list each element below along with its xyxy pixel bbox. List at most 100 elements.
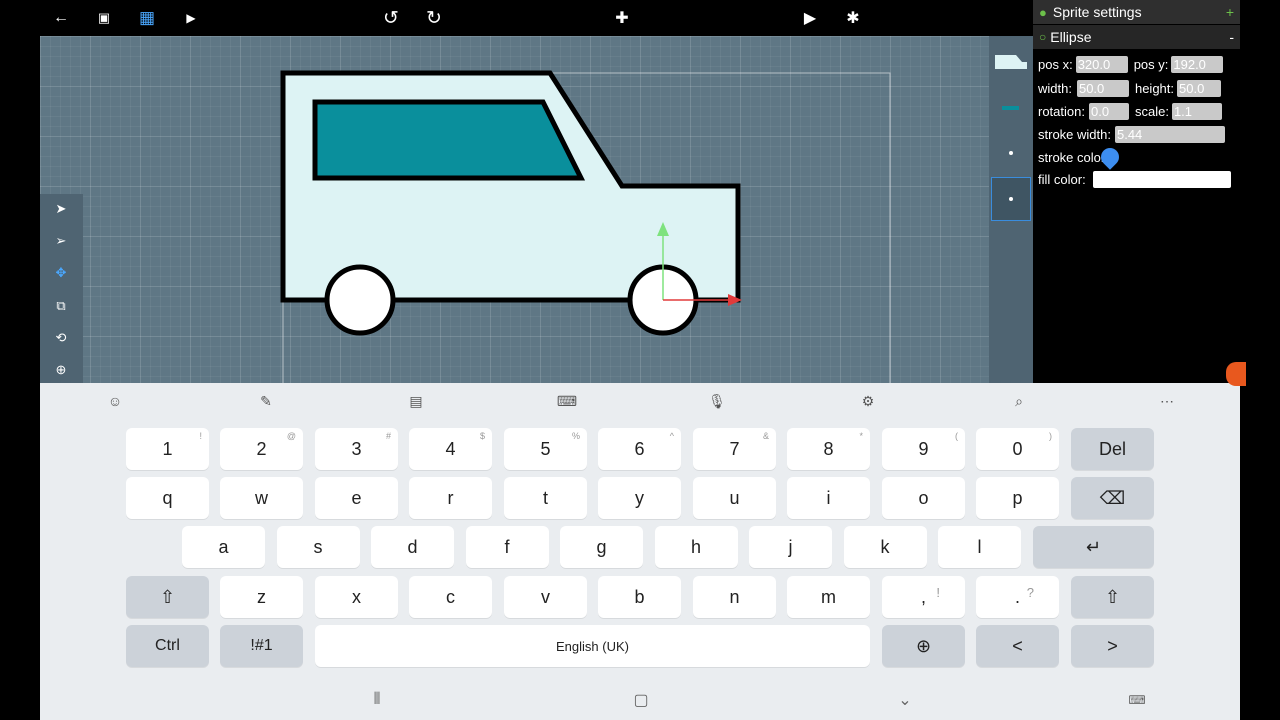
video-icon[interactable]: ▶ (178, 6, 204, 30)
pos-y-input[interactable]: 192.0 (1171, 55, 1224, 73)
pos-x-input[interactable]: 320.0 (1075, 55, 1128, 73)
key[interactable]: 5% (504, 428, 587, 470)
key[interactable]: h (654, 526, 738, 568)
height-input[interactable]: 50.0 (1177, 79, 1222, 97)
ctrl-key[interactable]: Ctrl (126, 625, 209, 667)
fill-color-swatch[interactable] (1092, 170, 1231, 188)
key[interactable]: 3 # (315, 428, 398, 470)
sprite-thumb-wheel-front[interactable] (991, 131, 1031, 175)
key[interactable]: t (504, 477, 587, 519)
more-icon[interactable]: ⋯ (1152, 391, 1182, 411)
right-shift-icon[interactable]: ⇧ (1071, 576, 1154, 618)
key[interactable]: z (220, 576, 303, 618)
key[interactable]: m (787, 576, 870, 618)
add-point-tool-icon[interactable]: ⊕ (48, 357, 74, 383)
enter-icon[interactable]: ↵ (1033, 526, 1154, 568)
key[interactable]: f (465, 526, 549, 568)
key[interactable]: q (126, 477, 209, 519)
key[interactable]: 4 $ (409, 428, 492, 470)
left-shift-icon[interactable]: ⇧ (126, 576, 209, 618)
key[interactable]: c (409, 576, 492, 618)
car-drawing (280, 70, 891, 383)
key[interactable]: w (220, 477, 303, 519)
key[interactable]: r (409, 477, 492, 519)
key[interactable]: p (976, 477, 1059, 519)
space-bar[interactable]: English (UK) (315, 625, 870, 667)
search-icon[interactable]: ⌕ (1004, 391, 1034, 411)
key[interactable]: j (749, 526, 832, 568)
key[interactable]: 2 @ (220, 428, 303, 470)
sprite-name-row[interactable]: ○ Ellipse - (1033, 25, 1240, 49)
home-icon[interactable]: ▢ (626, 688, 656, 712)
key[interactable]: b (598, 576, 681, 618)
key[interactable]: l (938, 526, 1021, 568)
onscreen-keyboard: ☺ ✎ ▤ ⌨ 🎙 ⚙ ⌕ ⋯ Del ⌫ ↵ ⇧ , ! . ? ⇧ Ctrl… (40, 383, 1240, 720)
drawing-canvas[interactable]: ➤ ➢ ✥ ⧉ ⟲ ⊕ (40, 36, 1033, 383)
key[interactable]: x (315, 576, 398, 618)
backspace-icon[interactable]: ⌫ (1071, 477, 1154, 519)
play-icon[interactable]: ▶ (797, 6, 823, 30)
direct-select-tool-icon[interactable]: ➢ (48, 228, 74, 254)
panel-add-button[interactable]: + (1226, 4, 1234, 20)
settings-gear-icon[interactable]: ⚙ (853, 391, 883, 411)
keyboard-switch-icon[interactable]: ⌨ (1122, 688, 1152, 712)
key[interactable]: a (182, 526, 265, 568)
front-wheel-ellipse[interactable] (324, 264, 396, 336)
floating-assist-handle[interactable] (1226, 362, 1246, 386)
recent-apps-icon[interactable]: ⦀ (362, 688, 392, 712)
key[interactable]: g (560, 526, 643, 568)
key[interactable]: e (315, 477, 398, 519)
key[interactable]: i (787, 477, 870, 519)
save-icon[interactable]: ▣ (91, 6, 117, 30)
rotation-input[interactable]: 0.0 (1088, 102, 1129, 120)
key[interactable]: 7 & (693, 428, 776, 470)
collapse-button[interactable]: - (1229, 29, 1234, 45)
keyboard-mode-icon[interactable]: ⌨ (552, 391, 582, 411)
cursor-left-icon[interactable]: < (976, 625, 1059, 667)
color-picker-drop-icon[interactable] (1097, 143, 1123, 170)
stroke-color-swatch[interactable] (1097, 143, 1221, 170)
car-window-shape[interactable] (312, 99, 586, 181)
microphone-icon[interactable]: 🎙 (702, 391, 732, 411)
emoji-icon[interactable]: ☺ (100, 391, 130, 411)
key[interactable]: o (882, 477, 965, 519)
move-tool-icon[interactable]: ✥ (48, 260, 74, 286)
add-sprite-icon[interactable]: ✚ (609, 6, 635, 30)
hide-keyboard-chevron-down-icon[interactable]: ⌄ (890, 688, 920, 712)
stroke-width-input[interactable]: 5.44 (1114, 125, 1225, 143)
panel-header[interactable]: ● Sprite settings + (1033, 0, 1240, 24)
resize-tool-icon[interactable]: ⧉ (48, 293, 74, 319)
period-key[interactable]: . ? (976, 576, 1059, 618)
grid-icon[interactable]: ▦ (134, 6, 160, 30)
undo-icon[interactable]: ↺ (378, 6, 404, 30)
key[interactable]: y (598, 477, 681, 519)
key[interactable]: 8 * (787, 428, 870, 470)
key[interactable]: u (693, 477, 776, 519)
back-arrow-icon[interactable]: ← (48, 6, 74, 30)
sprite-thumb-wheel-rear[interactable] (991, 177, 1031, 221)
key[interactable]: 0) (976, 428, 1059, 470)
delete-key[interactable]: Del (1071, 428, 1154, 470)
key[interactable]: 6 ^ (598, 428, 681, 470)
key[interactable]: k (843, 526, 927, 568)
handwriting-icon[interactable]: ✎ (251, 391, 281, 411)
sprite-thumb-body[interactable] (991, 40, 1031, 84)
key[interactable]: s (276, 526, 360, 568)
redo-icon[interactable]: ↻ (421, 6, 447, 30)
rotate-tool-icon[interactable]: ⟲ (48, 325, 74, 351)
symbols-key[interactable]: !#1 (220, 625, 303, 667)
key[interactable]: v (504, 576, 587, 618)
key[interactable]: d (371, 526, 454, 568)
clipboard-icon[interactable]: ▤ (401, 391, 431, 411)
sprite-thumb-window[interactable] (991, 86, 1031, 130)
globe-icon[interactable]: ⊕ (882, 625, 965, 667)
key[interactable]: 9( (882, 428, 965, 470)
width-input[interactable]: 50.0 (1076, 79, 1129, 97)
debug-bug-icon[interactable]: ✱ (840, 6, 866, 30)
key[interactable]: n (693, 576, 776, 618)
comma-key[interactable]: , ! (882, 576, 965, 618)
select-tool-icon[interactable]: ➤ (48, 196, 74, 222)
cursor-right-icon[interactable]: > (1071, 625, 1154, 667)
key[interactable]: 1! (126, 428, 209, 470)
scale-input[interactable]: 1.1 (1171, 102, 1222, 120)
